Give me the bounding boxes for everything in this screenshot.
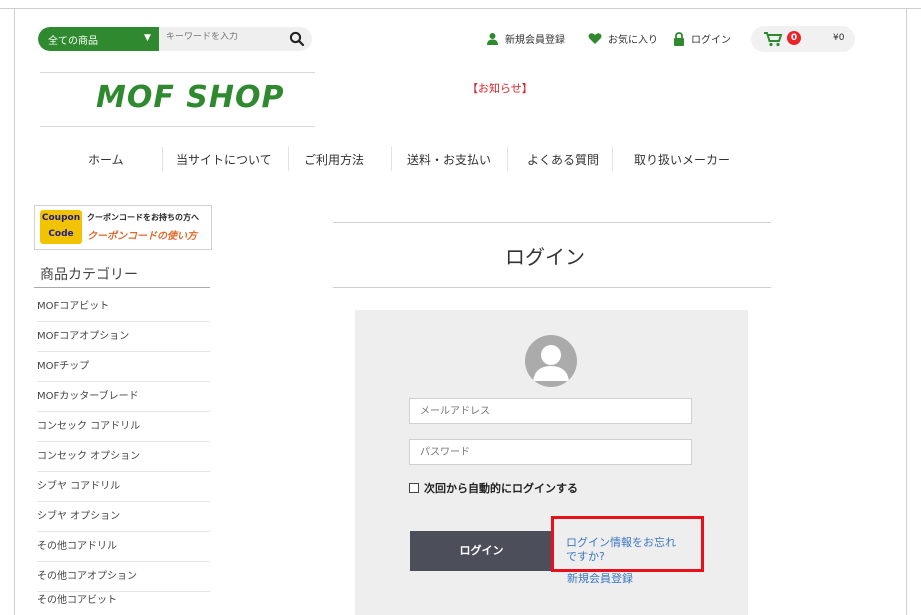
category-select[interactable]: 全ての商品 ▼	[38, 27, 159, 51]
login-title-divider-top	[333, 222, 771, 223]
logo-divider-bottom	[40, 126, 315, 127]
nav-faq[interactable]: よくある質問	[527, 151, 599, 168]
frame-left-border	[14, 8, 15, 615]
cart-icon	[764, 32, 783, 47]
nav-divider	[288, 147, 289, 171]
register-link[interactable]: 新規会員登録	[486, 31, 565, 46]
category-item[interactable]: その他コアドリル	[37, 532, 210, 562]
search-button[interactable]	[286, 28, 308, 50]
category-item[interactable]: コンセック オプション	[37, 442, 210, 472]
nav-divider	[391, 147, 392, 171]
user-icon	[487, 33, 498, 45]
page-title: ログイン	[505, 245, 585, 269]
chevron-down-icon: ▼	[144, 33, 151, 43]
header-login-link-label: ログイン	[691, 35, 731, 46]
highlight-box	[551, 516, 704, 572]
cart-count-badge: 0	[787, 31, 801, 45]
logo-divider-top	[40, 72, 315, 73]
login-button[interactable]: ログイン	[410, 531, 553, 571]
coupon-code-badge: Coupon Code	[40, 210, 82, 244]
cart-button[interactable]: 0 ¥0	[751, 26, 855, 52]
site-logo[interactable]: MOF SHOP	[96, 80, 285, 115]
notice-link[interactable]: 【お知らせ】	[467, 80, 533, 96]
coupon-badge-line1: Coupon	[41, 213, 81, 223]
search-icon	[289, 31, 305, 47]
header-login-link[interactable]: ログイン	[673, 31, 731, 46]
password-field[interactable]	[409, 439, 692, 465]
category-item[interactable]: MOFチップ	[37, 352, 210, 382]
nav-divider	[507, 147, 508, 171]
category-item[interactable]: シブヤ コアドリル	[37, 472, 210, 502]
category-item[interactable]: コンセック コアドリル	[37, 412, 210, 442]
checkbox-icon	[409, 483, 419, 493]
category-item[interactable]: シブヤ オプション	[37, 502, 210, 532]
nav-divider	[162, 147, 163, 171]
nav-makers[interactable]: 取り扱いメーカー	[634, 151, 730, 168]
favorites-link-label: お気に入り	[608, 35, 658, 46]
category-item[interactable]: MOFカッターブレード	[37, 382, 210, 412]
nav-shipping-payment[interactable]: 送料・お支払い	[407, 151, 491, 168]
register-link-label: 新規会員登録	[505, 35, 565, 46]
lock-icon	[674, 31, 684, 46]
remember-me-label: 次回から自動的にログインする	[424, 482, 578, 495]
remember-me-checkbox[interactable]: 次回から自動的にログインする	[409, 480, 578, 496]
nav-usage[interactable]: ご利用方法	[304, 151, 364, 168]
category-item[interactable]: MOFコアオプション	[37, 322, 210, 352]
coupon-banner[interactable]: Coupon Code クーポンコードをお持ちの方へ クーポンコードの使い方	[34, 205, 212, 250]
category-item[interactable]: MOFコアビット	[37, 292, 210, 322]
category-heading-underline	[34, 287, 210, 288]
top-border	[0, 8, 921, 9]
heart-icon	[588, 33, 602, 44]
category-item[interactable]: その他コアビット	[37, 586, 210, 615]
nav-divider	[612, 147, 613, 171]
frame-right-border	[906, 8, 907, 615]
favorites-link[interactable]: お気に入り	[588, 31, 658, 46]
category-heading: 商品カテゴリー	[40, 267, 138, 283]
coupon-badge-line2: Code	[48, 229, 74, 239]
category-select-label: 全ての商品	[48, 36, 98, 47]
register-account-link[interactable]: 新規会員登録	[567, 570, 633, 586]
avatar-icon	[525, 335, 577, 387]
email-field[interactable]	[409, 398, 692, 424]
search-bar: 全ての商品 ▼	[38, 27, 312, 51]
coupon-banner-title: クーポンコードの使い方	[87, 231, 197, 242]
coupon-banner-caption: クーポンコードをお持ちの方へ	[87, 213, 199, 222]
nav-about[interactable]: 当サイトについて	[176, 151, 272, 168]
search-input[interactable]	[166, 32, 286, 42]
cart-total: ¥0	[833, 33, 845, 43]
login-title-divider-bottom	[333, 287, 771, 288]
nav-home[interactable]: ホーム	[88, 151, 124, 168]
